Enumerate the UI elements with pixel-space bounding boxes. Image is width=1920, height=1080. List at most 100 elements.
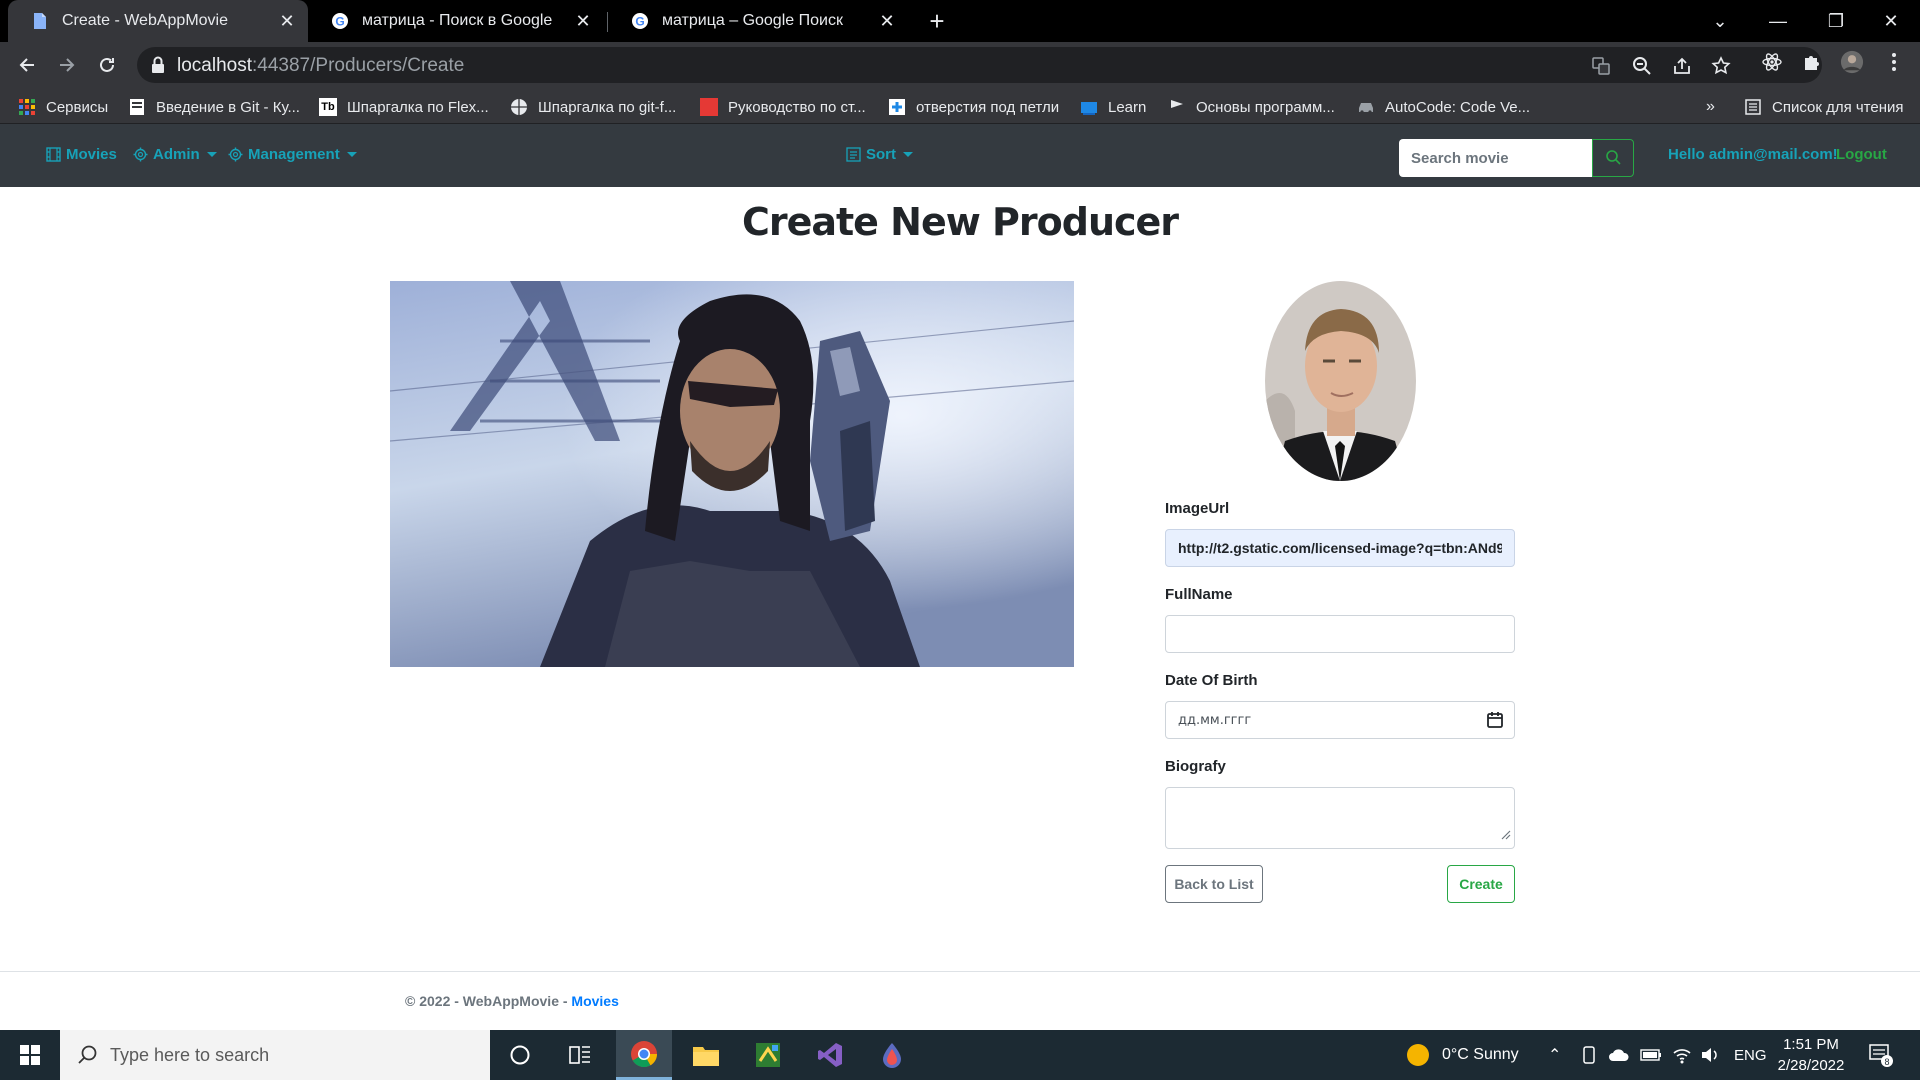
volume-icon[interactable]: [1700, 1030, 1720, 1080]
reload-icon[interactable]: [92, 50, 122, 80]
search-button[interactable]: [1592, 139, 1634, 177]
reading-list[interactable]: Список для чтения: [1744, 96, 1904, 118]
search-icon: [77, 1044, 99, 1071]
windows-taskbar: Type here to search 0°C Sunny ⌃ ENG 1:51…: [0, 1030, 1920, 1080]
logout-link[interactable]: Logout: [1836, 146, 1887, 163]
tab-create-webappmovie[interactable]: Create - WebAppMovie ✕: [8, 0, 308, 42]
fullname-input[interactable]: [1165, 615, 1515, 653]
bookmark-label: Learn: [1108, 98, 1147, 116]
windows-start-icon[interactable]: [0, 1030, 60, 1080]
nav-movies[interactable]: Movies: [46, 146, 117, 163]
onedrive-icon[interactable]: [1608, 1030, 1630, 1080]
task-view-icon[interactable]: [552, 1030, 608, 1080]
bookmark-hinge-holes[interactable]: отверстия под петли: [888, 96, 1059, 118]
bookmark-services[interactable]: Сервисы: [18, 96, 108, 118]
back-to-list-button[interactable]: Back to List: [1165, 865, 1263, 903]
caret-down-icon: [346, 152, 357, 157]
close-icon[interactable]: ✕: [876, 10, 898, 32]
react-devtools-icon[interactable]: [1760, 50, 1784, 74]
user-greeting[interactable]: Hello admin@mail.com!: [1668, 146, 1838, 163]
extensions-icon[interactable]: [1800, 50, 1824, 74]
file-explorer-icon[interactable]: [678, 1030, 734, 1080]
address-bar[interactable]: localhost:44387/Producers/Create: [137, 47, 1822, 83]
footer-divider: [0, 971, 1920, 972]
bookmark-git-intro[interactable]: Введение в Git - Ку...: [128, 96, 300, 118]
translate-icon[interactable]: [1590, 55, 1612, 77]
chrome-taskbar-icon[interactable]: [616, 1030, 672, 1080]
profile-avatar-icon[interactable]: [1840, 50, 1864, 74]
red-square-icon: [700, 98, 718, 116]
close-icon[interactable]: ✕: [572, 10, 594, 32]
footer: © 2022 - WebAppMovie - Movies: [405, 993, 619, 1009]
bookmark-star-icon[interactable]: [1710, 55, 1732, 77]
footer-text: © 2022 - WebAppMovie -: [405, 993, 572, 1009]
calendar-icon[interactable]: [1486, 711, 1504, 732]
reading-list-icon: [1744, 98, 1762, 116]
nav-management-dropdown[interactable]: Management: [228, 146, 357, 163]
movie-search-form: [1399, 139, 1634, 177]
sun-icon: [1406, 1043, 1430, 1067]
wifi-icon[interactable]: [1672, 1030, 1692, 1080]
biography-textarea[interactable]: [1165, 787, 1515, 849]
battery-icon[interactable]: [1640, 1030, 1662, 1080]
share-icon[interactable]: [1671, 55, 1693, 77]
url-text[interactable]: localhost:44387/Producers/Create: [177, 55, 464, 77]
create-button[interactable]: Create: [1447, 865, 1515, 903]
bookmark-programming-basics[interactable]: Основы программ...: [1168, 96, 1335, 118]
app-icon[interactable]: [864, 1030, 920, 1080]
browser-tab-strip: Create - WebAppMovie ✕ G матрица - Поиск…: [0, 0, 1920, 42]
more-bookmarks-button[interactable]: »: [1706, 96, 1715, 118]
lock-icon[interactable]: [151, 56, 165, 79]
minimize-icon[interactable]: ―: [1749, 0, 1807, 42]
car-icon: [1357, 98, 1375, 116]
tray-chevron-icon[interactable]: ⌃: [1548, 1030, 1561, 1080]
date-of-birth-input[interactable]: дд.мм.гггг: [1165, 701, 1515, 739]
restore-icon[interactable]: ❐: [1807, 0, 1865, 42]
cortana-icon[interactable]: [492, 1030, 548, 1080]
bookmark-style-guide[interactable]: Руководство по ст...: [700, 96, 866, 118]
app-icon[interactable]: [740, 1030, 796, 1080]
tab-title: Create - WebAppMovie: [62, 12, 228, 29]
reading-list-label: Список для чтения: [1772, 98, 1904, 116]
back-icon[interactable]: [12, 50, 42, 80]
globe-icon: [510, 98, 528, 116]
notification-center-icon[interactable]: 8: [1868, 1030, 1894, 1080]
bookmark-label: Введение в Git - Ку...: [156, 98, 300, 116]
tab-search-chevron-icon[interactable]: ⌄: [1691, 0, 1749, 42]
nav-admin-dropdown[interactable]: Admin: [133, 146, 217, 163]
bookmark-flex-cheatsheet[interactable]: Tb Шпаргалка по Flex...: [319, 96, 489, 118]
search-movie-input[interactable]: [1399, 139, 1592, 177]
footer-movies-link[interactable]: Movies: [571, 993, 618, 1009]
bookmark-page-icon: [128, 98, 146, 116]
nav-movies-label: Movies: [66, 146, 117, 163]
bookmark-autocode[interactable]: AutoCode: Code Ve...: [1357, 96, 1530, 118]
forward-icon[interactable]: [52, 50, 82, 80]
device-icon[interactable]: [1582, 1030, 1596, 1080]
svg-text:G: G: [635, 15, 644, 29]
list-icon: [846, 147, 861, 162]
weather-widget[interactable]: 0°C Sunny: [1406, 1030, 1519, 1080]
bookmark-label: AutoCode: Code Ve...: [1385, 98, 1531, 116]
close-icon[interactable]: ✕: [276, 10, 298, 32]
taskbar-search-box[interactable]: Type here to search: [60, 1030, 490, 1080]
tab-google-search-2[interactable]: G матрица – Google Поиск ✕: [608, 0, 908, 42]
bookmark-learn[interactable]: Learn: [1080, 96, 1146, 118]
tab-google-search-1[interactable]: G матрица - Поиск в Google ✕: [308, 0, 604, 42]
chrome-menu-icon[interactable]: [1882, 50, 1906, 74]
close-window-icon[interactable]: ✕: [1862, 0, 1920, 42]
visual-studio-icon[interactable]: [802, 1030, 858, 1080]
site-navbar: Movies Admin Management Sort Hello admin…: [0, 124, 1920, 187]
apps-icon: [18, 98, 36, 116]
taskbar-clock[interactable]: 1:51 PM 2/28/2022: [1762, 1034, 1860, 1076]
svg-text:G: G: [335, 15, 344, 29]
bookmark-label: Сервисы: [46, 98, 109, 116]
bookmark-git-flow[interactable]: Шпаргалка по git-f...: [510, 96, 676, 118]
new-tab-button[interactable]: +: [922, 6, 952, 36]
date-placeholder: дд.мм.гггг: [1178, 713, 1252, 728]
resize-grip-icon[interactable]: [1501, 827, 1511, 845]
nav-sort-dropdown[interactable]: Sort: [846, 146, 913, 163]
image-url-input[interactable]: [1165, 529, 1515, 567]
bookmark-label: Руководство по ст...: [728, 98, 866, 116]
zoom-icon[interactable]: [1631, 55, 1653, 77]
google-icon: G: [630, 11, 650, 31]
